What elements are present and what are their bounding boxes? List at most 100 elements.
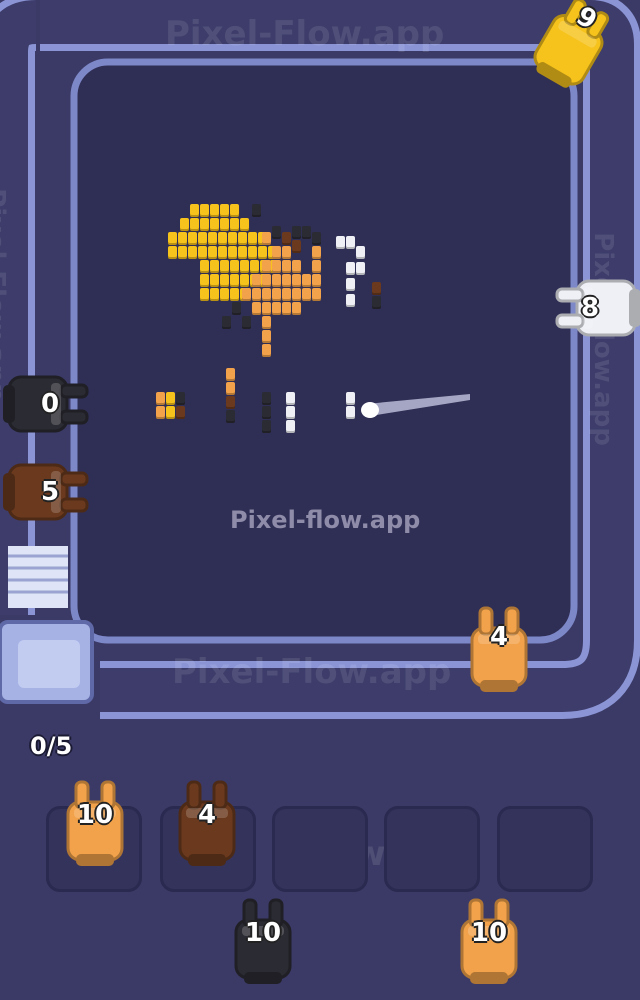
holding-slot-4[interactable] [384,806,480,892]
shooter-black[interactable]: 0 [0,367,95,441]
pixel-block [346,294,355,307]
pixel-block [240,274,249,287]
pixel-block [250,260,259,273]
shooter-count: 5 [40,477,60,507]
holding-slot-3[interactable] [272,806,368,892]
pixel-block [220,288,229,301]
pixel-block [292,274,301,287]
pixel-block [166,392,175,405]
pixel-block [228,232,237,245]
watermark-bottom: Pixel-Flow.app [172,652,452,692]
pixel-block [220,260,229,273]
holding-slot-5[interactable] [497,806,593,892]
pixel-block [346,406,355,419]
pixel-block [208,232,217,245]
pixel-block [226,382,235,395]
pixel-block [226,410,235,423]
shooter-white[interactable]: 8 [549,271,640,345]
pixel-block [356,246,365,259]
pixel-block [258,246,267,259]
pixel-block [226,368,235,381]
pixel-block [262,288,271,301]
pixel-block [200,288,209,301]
pixel-block [210,274,219,287]
pixel-block [272,274,281,287]
pixel-block [346,236,355,249]
pixel-block [156,406,165,419]
shooter-count: 8 [580,293,600,323]
pixel-block [220,204,229,217]
pixel-block [356,262,365,275]
pixel-block [262,392,271,405]
pixel-block [282,302,291,315]
pixel-block [190,204,199,217]
pixel-block [346,392,355,405]
pixel-block [242,316,251,329]
pixel-block [312,274,321,287]
pixel-block [220,218,229,231]
pixel-block [188,246,197,259]
pixel-block [262,260,271,273]
shooter-brown[interactable]: 5 [0,455,95,529]
pixel-block [176,392,185,405]
pixel-block [230,260,239,273]
pixel-block [312,260,321,273]
pixel-block [248,246,257,259]
pixel-block [272,302,281,315]
pixel-block [372,282,381,295]
pixel-block [238,232,247,245]
pixel-block [200,274,209,287]
pixel-block [286,406,295,419]
slot-unit-orange[interactable]: 10 [58,774,132,870]
pixel-block [262,344,271,357]
pixel-block [262,406,271,419]
pixel-block [200,204,209,217]
queue-unit-orange[interactable]: 10 [452,892,526,988]
pixel-block [312,232,321,245]
pixel-block [232,302,241,315]
pixel-block [252,302,261,315]
progress-counter: 0/5 [30,732,73,760]
pixel-block [240,218,249,231]
pixel-block [222,316,231,329]
pixel-block [210,260,219,273]
pixel-block [262,316,271,329]
pixel-block [230,288,239,301]
pixel-block [178,232,187,245]
pixel-block [188,232,197,245]
pixel-block [168,232,177,245]
pixel-block [198,246,207,259]
pixel-block [228,246,237,259]
pixel-block [292,260,301,273]
pixel-block [346,278,355,291]
pixel-block [292,240,301,253]
pixel-block [252,204,261,217]
pixel-block [176,406,185,419]
shooter-count: 0 [40,389,60,419]
pixel-block [208,246,217,259]
pixel-block [210,204,219,217]
shooter-count: 4 [197,800,217,830]
pixel-block [198,232,207,245]
pixel-block [178,246,187,259]
pixel-block [282,288,291,301]
pixel-block [218,232,227,245]
pixel-block [302,288,311,301]
pixel-block [156,392,165,405]
pixel-block [292,226,301,239]
slot-unit-brown[interactable]: 4 [170,774,244,870]
pixel-block [372,296,381,309]
pixel-block [292,288,301,301]
queue-unit-black[interactable]: 10 [226,892,300,988]
shooter-count: 10 [76,800,114,830]
pixel-block [230,274,239,287]
pixel-block [286,420,295,433]
pixel-block [220,274,229,287]
shooter-orange[interactable]: 4 [462,600,536,696]
pixel-block [262,274,271,287]
pixel-block [210,218,219,231]
pixel-block [180,218,189,231]
pixel-art-target [0,0,640,640]
pixel-block [252,288,261,301]
pixel-block [282,260,291,273]
